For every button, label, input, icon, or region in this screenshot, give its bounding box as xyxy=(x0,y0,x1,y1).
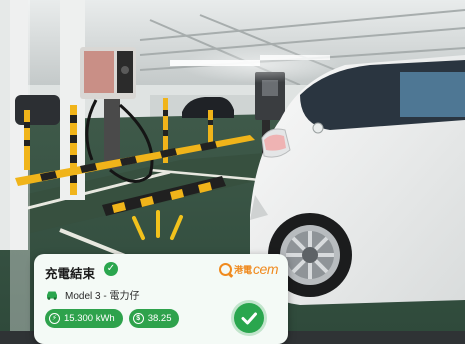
card-title: 充電結束 xyxy=(45,267,96,281)
brand-name-en: cem xyxy=(253,261,278,277)
checkmark-icon xyxy=(241,312,257,325)
cost-value: 38.25 xyxy=(147,313,172,324)
brand-q-icon xyxy=(219,262,233,276)
vehicle-label: Model 3 - 電力仔 xyxy=(65,291,140,302)
check-circle-icon: ✓ xyxy=(104,262,118,276)
brand-logo: 港電 cem xyxy=(219,261,278,277)
energy-value: 15.300 kWh xyxy=(64,313,115,324)
dollar-icon: $ xyxy=(132,313,144,324)
brand-name-cn: 港電 xyxy=(234,264,253,275)
stats-row: ⚡ 15.300 kWh $ 38.25 xyxy=(45,309,180,328)
energy-pill: ⚡ 15.300 kWh xyxy=(45,309,123,328)
confirm-check-button[interactable] xyxy=(234,303,264,333)
car-icon xyxy=(47,291,57,300)
lightning-icon: ⚡ xyxy=(49,313,60,324)
vehicle-row: Model 3 - 電力仔 xyxy=(45,287,139,302)
cost-pill: $ 38.25 xyxy=(128,309,180,328)
